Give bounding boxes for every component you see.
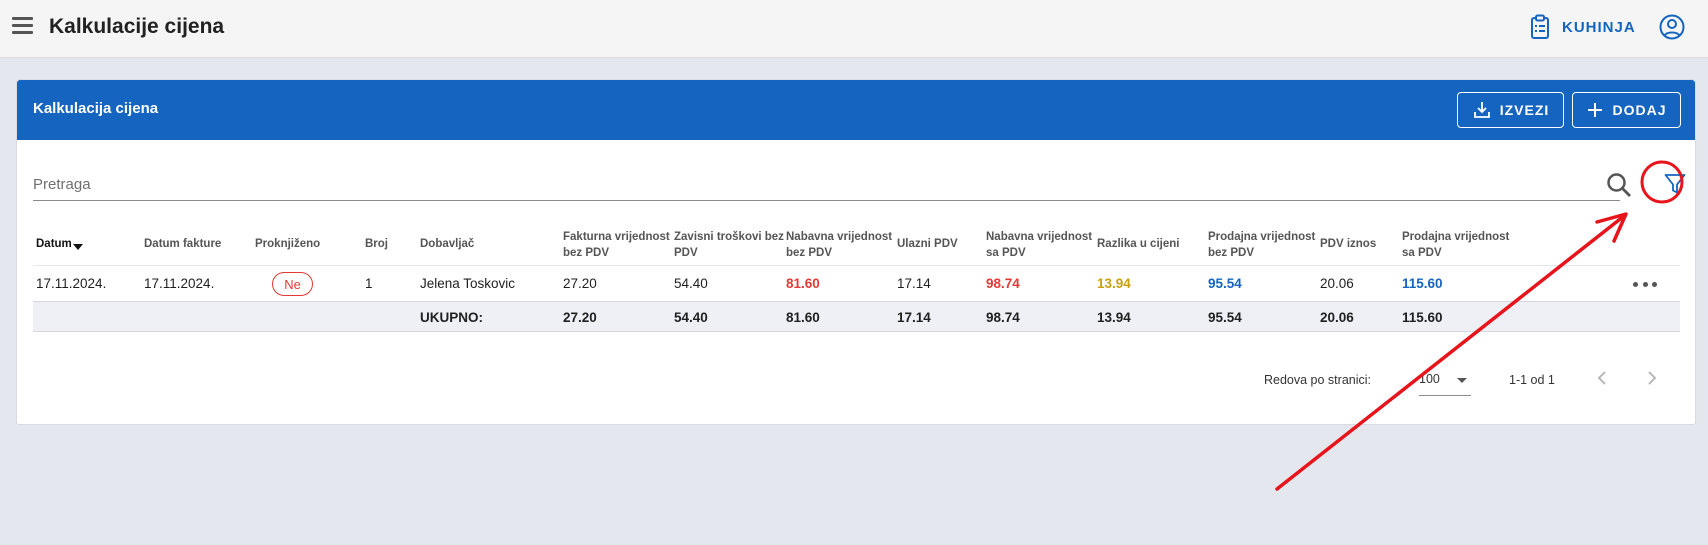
col-nabavna-bez-line2: bez PDV [786,247,833,259]
rows-per-page-label: Redova po stranici: [1264,373,1372,387]
status-badge: Ne [272,272,313,296]
col-zavisni-line2: PDV [674,247,698,259]
table-row[interactable]: 17.11.2024. 17.11.2024. Ne 1 Jelena Tosk… [33,265,1680,301]
total-pdv-iznos: 20.06 [1320,310,1354,325]
total-razlika: 13.94 [1097,310,1131,325]
col-dobavljac[interactable]: Dobavljač [420,236,474,252]
col-pdv-iznos[interactable]: PDV iznos [1320,236,1376,252]
col-broj[interactable]: Broj [365,236,388,252]
rows-per-page-value: 100 [1419,372,1440,386]
total-zavisni: 54.40 [674,310,708,325]
cell-nabavna-sa: 98.74 [986,276,1020,291]
page-range: 1-1 od 1 [1509,373,1555,387]
cell-datum: 17.11.2024. [36,276,107,291]
col-proknjizeno[interactable]: Proknjiženo [255,236,320,252]
page-title: Kalkulacije cijena [49,15,225,38]
col-fakturna-line2: bez PDV [563,247,610,259]
add-button[interactable]: DODAJ [1572,92,1681,128]
col-ulazni-pdv[interactable]: Ulazni PDV [897,236,958,252]
col-prodajna-sa[interactable]: Prodajna vrijednost sa PDV [1402,229,1509,261]
cell-prodajna-bez: 95.54 [1208,276,1242,291]
cell-ulazni-pdv: 17.14 [897,276,931,291]
col-fakturna[interactable]: Fakturna vrijednost bez PDV [563,229,670,261]
cell-nabavna-bez: 81.60 [786,276,820,291]
add-label: DODAJ [1612,102,1667,118]
kitchen-label: KUHINJA [1562,18,1636,36]
cell-datum-fakture: 17.11.2024. [144,276,215,291]
col-prodajna-sa-line2: sa PDV [1402,247,1442,259]
total-prodajna-sa: 115.60 [1402,310,1443,325]
col-prodajna-bez-line1: Prodajna vrijednost [1208,231,1316,243]
clipboard-icon [1531,14,1549,39]
chevron-right-icon[interactable] [1641,366,1663,390]
table-header: Datum Datum fakture Proknjiženo Broj Dob… [33,223,1680,265]
col-razlika[interactable]: Razlika u cijeni [1097,236,1179,252]
total-nabavna-sa: 98.74 [986,310,1020,325]
col-nabavna-bez[interactable]: Nabavna vrijednost bez PDV [786,229,892,261]
col-prodajna-bez[interactable]: Prodajna vrijednost bez PDV [1208,229,1315,261]
col-zavisni-line1: Zavisni troškovi bez [674,231,784,243]
cell-prodajna-sa: 115.60 [1402,276,1443,291]
col-fakturna-line1: Fakturna vrijednost [563,231,670,243]
col-datum[interactable]: Datum [36,236,83,252]
col-nabavna-sa[interactable]: Nabavna vrijednost sa PDV [986,229,1092,261]
export-label: IZVEZI [1499,102,1550,118]
total-fakturna: 27.20 [563,310,597,325]
download-icon [1473,102,1490,118]
col-datum-fakture[interactable]: Datum fakture [144,236,221,252]
col-datum-label: Datum [36,238,72,250]
chevron-left-icon[interactable] [1591,366,1613,390]
cell-dobavljac: Jelena Toskovic [420,276,516,291]
rows-per-page-select[interactable]: 100 [1419,362,1471,396]
kitchen-button[interactable]: KUHINJA [1530,12,1636,42]
menu-icon[interactable] [10,14,34,38]
chevron-down-icon [1457,378,1467,383]
cell-pdv-iznos: 20.06 [1320,276,1354,291]
totals-row: UKUPNO: 27.20 54.40 81.60 17.14 98.74 13… [33,301,1680,332]
cell-razlika: 13.94 [1097,276,1131,291]
col-nabavna-sa-line1: Nabavna vrijednost [986,231,1093,243]
plus-icon [1588,103,1603,117]
total-nabavna-bez: 81.60 [786,310,820,325]
total-prodajna-bez: 95.54 [1208,310,1242,325]
sort-desc-icon [72,244,83,250]
col-zavisni[interactable]: Zavisni troškovi bez PDV [674,229,784,261]
col-prodajna-bez-line2: bez PDV [1208,247,1255,259]
search-input[interactable] [33,169,1620,201]
cell-fakturna: 27.20 [563,276,597,291]
card-header: Kalkulacija cijena IZVEZI DODAJ [17,80,1695,140]
cell-broj: 1 [365,276,373,291]
calculations-table: Datum Datum fakture Proknjiženo Broj Dob… [33,223,1680,332]
app-bar: Kalkulacije cijena KUHINJA [0,0,1708,58]
search-icon[interactable] [1604,170,1634,200]
total-ulazni-pdv: 17.14 [897,310,931,325]
account-circle-icon[interactable] [1658,13,1686,41]
col-nabavna-bez-line1: Nabavna vrijednost [786,231,893,243]
col-nabavna-sa-line2: sa PDV [986,247,1026,259]
cell-zavisni: 54.40 [674,276,708,291]
more-horiz-icon[interactable] [1633,282,1657,288]
filter-icon[interactable] [1663,172,1687,196]
card-title: Kalkulacija cijena [33,100,159,117]
totals-label: UKUPNO: [420,310,483,325]
export-button[interactable]: IZVEZI [1457,92,1564,128]
col-prodajna-sa-line1: Prodajna vrijednost [1402,231,1510,243]
